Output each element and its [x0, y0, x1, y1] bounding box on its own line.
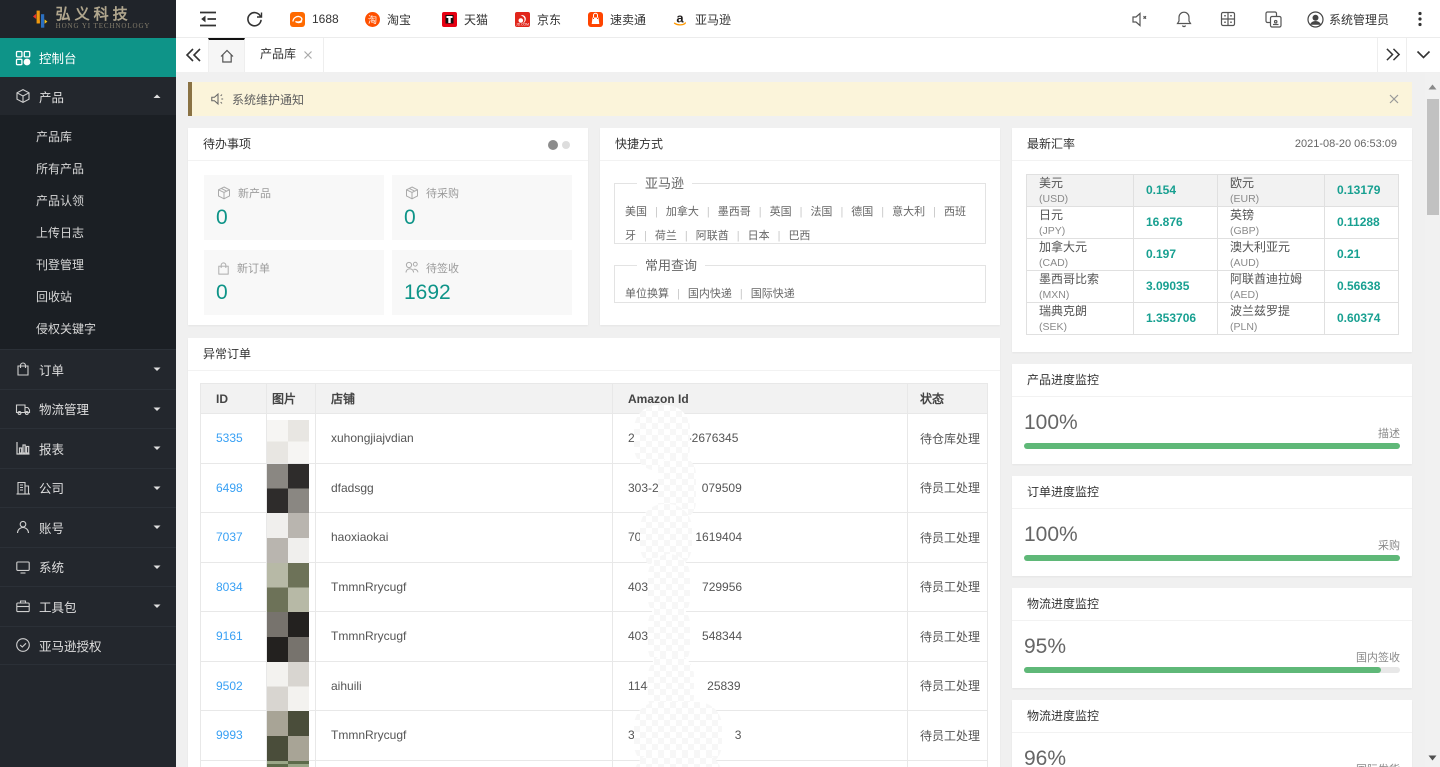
- svg-text:淘: 淘: [368, 13, 377, 24]
- svg-text:a: a: [676, 11, 684, 26]
- svg-text:JD.COM: JD.COM: [516, 22, 529, 26]
